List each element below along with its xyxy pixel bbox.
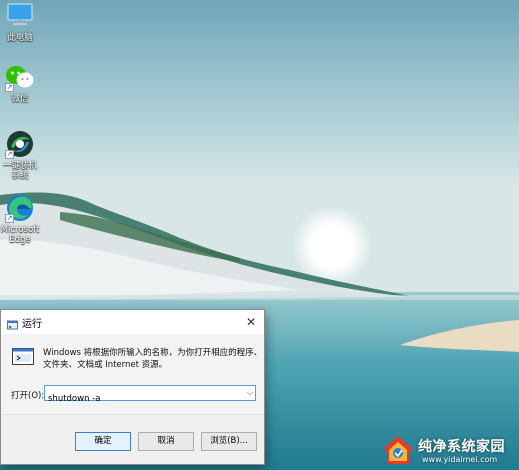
ok-button[interactable]: 确定 xyxy=(75,432,131,451)
button-bar: 确定 取消 浏览(B)... xyxy=(1,414,264,464)
run-program-icon xyxy=(12,348,34,372)
desktop-icon-label: Microsoft Edge xyxy=(0,225,40,245)
shortcut-arrow-icon: ↗ xyxy=(5,83,14,92)
close-button[interactable]: ✕ xyxy=(242,313,260,331)
computer-icon xyxy=(0,2,40,31)
installer-icon: ↗ xyxy=(5,129,35,159)
run-dialog-titlebar[interactable]: 运行 ✕ xyxy=(1,310,264,334)
open-label: 打开(O): xyxy=(11,391,45,401)
run-dialog-description: Windows 将根据你所输入的名称，为你打开相应的程序、文件夹、文档或 Int… xyxy=(43,348,263,370)
browse-button[interactable]: 浏览(B)... xyxy=(201,432,257,451)
shortcut-arrow-icon: ↗ xyxy=(5,214,14,223)
cancel-button[interactable]: 取消 xyxy=(138,432,194,451)
run-app-icon xyxy=(7,316,18,335)
desktop-icon-wechat[interactable]: ↗ 微信 xyxy=(0,64,40,104)
watermark-logo-icon xyxy=(380,434,416,470)
desktop-icon-label: 此电脑 xyxy=(7,33,33,43)
chevron-down-icon[interactable]: ⌵ xyxy=(247,387,253,399)
desktop-icon-edge[interactable]: ↗ Microsoft Edge xyxy=(0,193,40,245)
wechat-icon: ↗ xyxy=(5,64,35,92)
run-dialog: 运行 ✕ Windows 将根据你所输入的名称，为你打开相应的程序、文件夹、文档… xyxy=(0,309,265,465)
run-dialog-title: 运行 xyxy=(22,319,42,330)
edge-icon: ↗ xyxy=(5,193,35,223)
desktop-icon-installer[interactable]: ↗ 一键装机 系统 xyxy=(0,129,40,181)
close-icon: ✕ xyxy=(245,315,257,329)
shortcut-arrow-icon: ↗ xyxy=(5,150,14,159)
open-input[interactable] xyxy=(45,392,238,406)
watermark-title: 纯净系统家园 xyxy=(418,439,505,455)
watermark-url: www.yidaimei.com xyxy=(422,455,498,464)
open-combobox[interactable]: ⌵ xyxy=(44,385,256,406)
watermark: 纯净系统家园 www.yidaimei.com xyxy=(376,430,516,468)
desktop-icon-label: 微信 xyxy=(11,94,29,104)
desktop-icon-this-pc[interactable]: 此电脑 xyxy=(0,2,40,43)
desktop-icon-label: 一键装机 系统 xyxy=(2,161,37,181)
